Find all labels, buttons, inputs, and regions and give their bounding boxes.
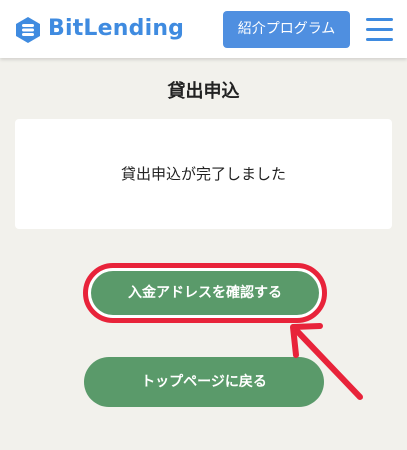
- pointer-arrow-icon: [290, 323, 363, 400]
- referral-program-button[interactable]: 紹介プログラム: [223, 11, 350, 48]
- bitlending-logo-icon[interactable]: [14, 16, 42, 44]
- menu-bar: [366, 18, 393, 21]
- menu-bar: [366, 38, 393, 41]
- completion-card: 貸出申込が完了しました: [15, 119, 392, 229]
- app-header: BitLending 紹介プログラム: [0, 0, 407, 58]
- brand-name[interactable]: BitLending: [48, 13, 184, 45]
- completion-message: 貸出申込が完了しました: [120, 165, 286, 183]
- confirm-deposit-address-button[interactable]: 入金アドレスを確認する: [91, 271, 319, 315]
- page-title: 貸出申込: [167, 81, 240, 102]
- hamburger-menu-icon[interactable]: [366, 18, 393, 42]
- menu-bar: [366, 28, 393, 31]
